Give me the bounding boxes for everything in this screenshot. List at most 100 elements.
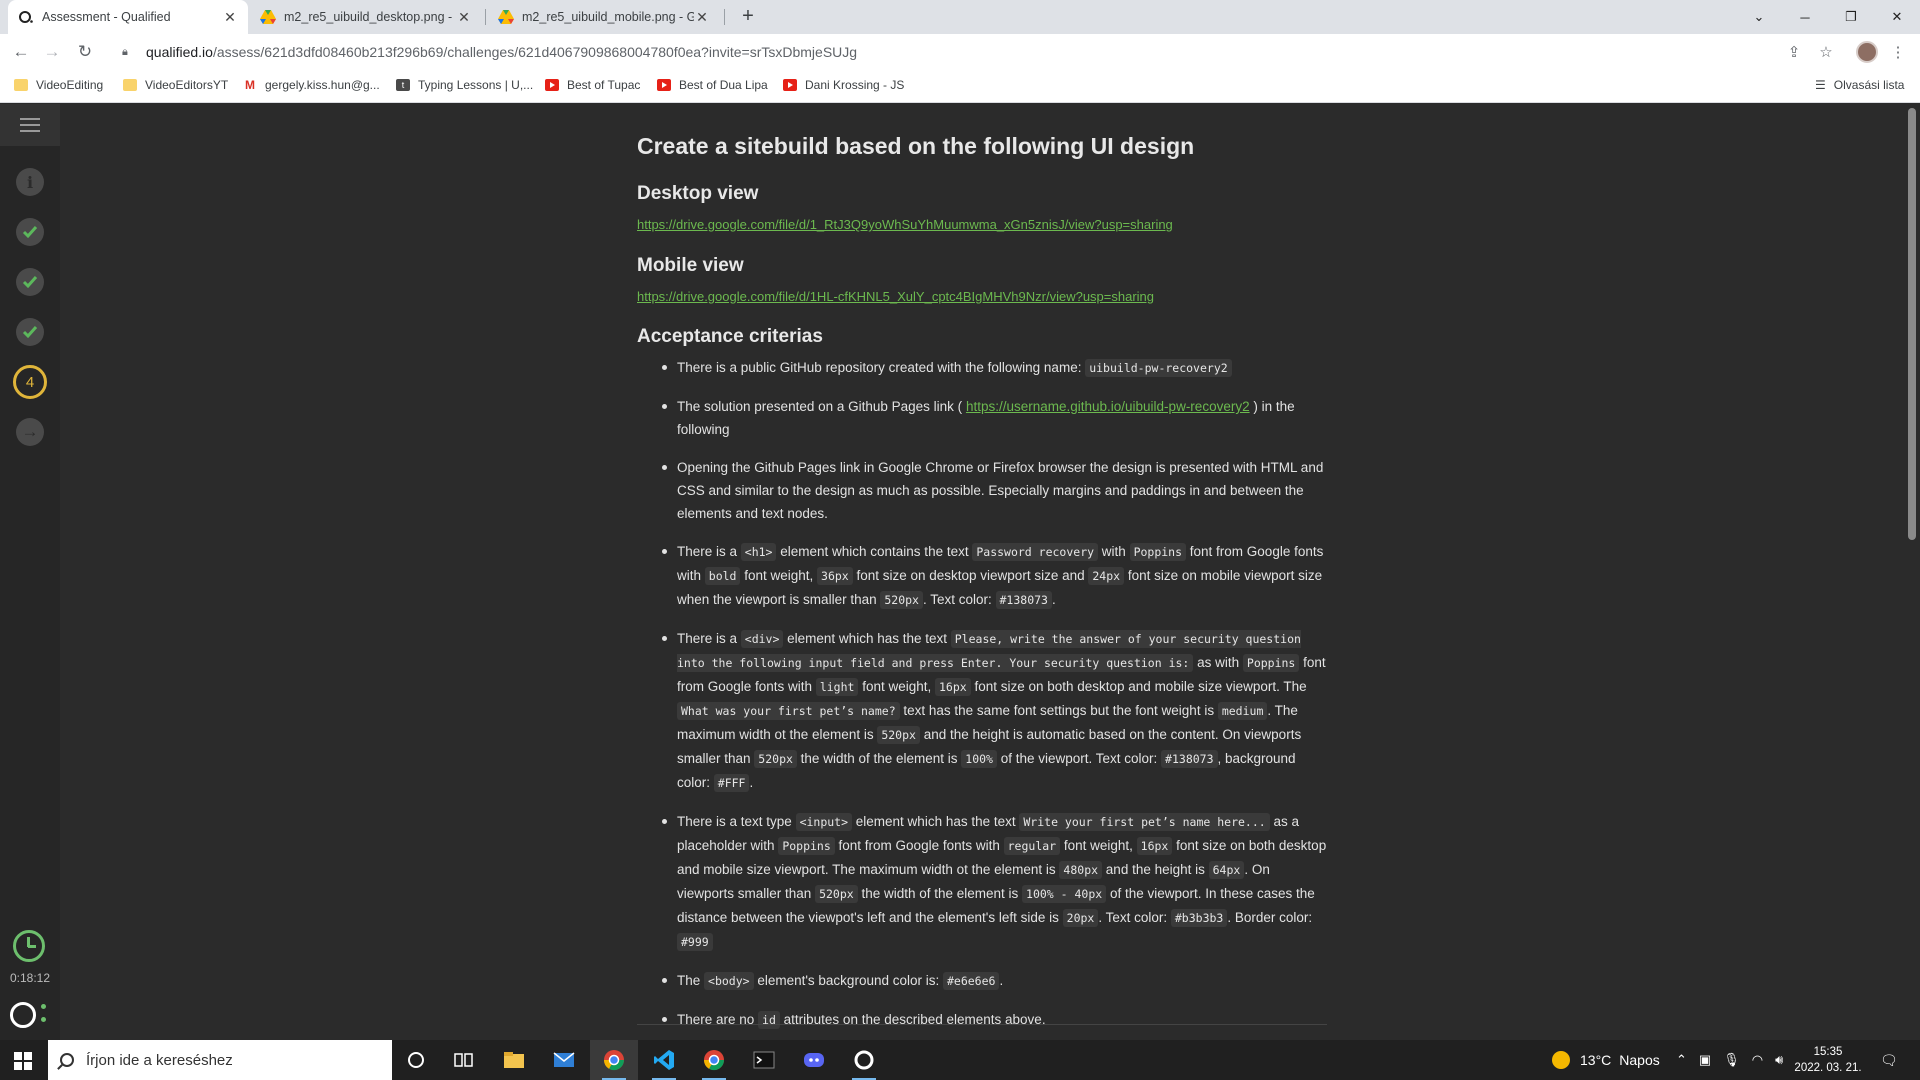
chrome-icon[interactable] bbox=[590, 1040, 638, 1080]
page-title: Create a sitebuild based on the followin… bbox=[637, 133, 1195, 159]
profile-avatar[interactable] bbox=[1856, 41, 1878, 63]
weather-widget[interactable]: 13°C Napos bbox=[1552, 1040, 1660, 1080]
tray-chevron-up-icon[interactable]: ⌃ bbox=[1676, 1052, 1687, 1068]
google-drive-icon bbox=[498, 9, 514, 25]
qualified-app: i 4 → 0:18:12 Create a sitebuild based o… bbox=[0, 104, 1920, 1040]
close-tab-icon[interactable]: ✕ bbox=[456, 9, 472, 26]
list-item: There is a text type <input> element whi… bbox=[637, 810, 1327, 954]
list-item: The <body> element's background color is… bbox=[637, 969, 1327, 993]
hamburger-menu-button[interactable] bbox=[0, 104, 60, 146]
youtube-icon bbox=[657, 79, 671, 91]
browser-toolbar: ← → ↻ 🔒︎ qualified.io /assess/621d3dfd08… bbox=[0, 34, 1920, 70]
discord-icon[interactable] bbox=[790, 1040, 838, 1080]
timer-value: 0:18:12 bbox=[9, 971, 51, 985]
bookmark-gmail[interactable]: M gergely.kiss.hun@g... bbox=[243, 78, 380, 92]
taskbar-clock[interactable]: 15:35 2022. 03. 21. bbox=[1788, 1044, 1868, 1076]
volume-icon[interactable]: 🔊︎ bbox=[1775, 1052, 1783, 1068]
next-step-arrow-icon[interactable]: → bbox=[16, 418, 44, 446]
tab-desktop-png[interactable]: m2_re5_uibuild_desktop.png - Go ✕ bbox=[250, 0, 482, 34]
bookmark-dani-krossing[interactable]: Dani Krossing - JS bbox=[783, 78, 904, 92]
meet-now-icon[interactable]: ▣ bbox=[1699, 1052, 1711, 1068]
mobile-view-link[interactable]: https://drive.google.com/file/d/1HL-cfKH… bbox=[637, 289, 1154, 304]
vscode-icon[interactable] bbox=[640, 1040, 688, 1080]
bookmark-label: VideoEditorsYT bbox=[145, 78, 229, 92]
system-tray: ⌃ ▣ 🎙︎ ◠ 🔊︎ bbox=[1676, 1040, 1783, 1080]
minimize-icon[interactable]: ─ bbox=[1782, 0, 1828, 34]
task-view-icon[interactable] bbox=[440, 1040, 488, 1080]
more-menu-icon[interactable]: ⋮ bbox=[1888, 42, 1908, 62]
bookmark-best-of-dua-lipa[interactable]: Best of Dua Lipa bbox=[657, 78, 768, 92]
tab-title: Assessment - Qualified bbox=[42, 10, 171, 24]
qualified-icon bbox=[18, 9, 34, 25]
bookmark-videoediting[interactable]: VideoEditing bbox=[14, 78, 103, 92]
close-tab-icon[interactable]: ✕ bbox=[222, 9, 238, 26]
file-explorer-icon[interactable] bbox=[490, 1040, 538, 1080]
forward-icon[interactable]: → bbox=[40, 40, 64, 64]
sun-icon bbox=[1552, 1051, 1570, 1069]
microphone-icon[interactable]: 🎙︎ bbox=[1723, 1052, 1740, 1068]
mail-icon[interactable] bbox=[540, 1040, 588, 1080]
tab-search-icon[interactable]: ⌄ bbox=[1736, 0, 1782, 34]
list-item: Opening the Github Pages link in Google … bbox=[637, 456, 1327, 525]
notification-icon[interactable]: 🗨︎ bbox=[1880, 1040, 1898, 1080]
qualified-logo-dots bbox=[41, 1004, 46, 1030]
bookmark-best-of-tupac[interactable]: Best of Tupac bbox=[545, 78, 640, 92]
mobile-view-heading: Mobile view bbox=[637, 255, 744, 276]
tab-mobile-png[interactable]: m2_re5_uibuild_mobile.png - Goo ✕ bbox=[488, 0, 720, 34]
bookmark-label: Dani Krossing - JS bbox=[805, 78, 905, 92]
back-icon[interactable]: ← bbox=[9, 40, 33, 64]
url-path: /assess/621d3dfd08460b213f296b69/challen… bbox=[212, 44, 858, 60]
close-window-icon[interactable]: ✕ bbox=[1874, 0, 1920, 34]
clock-date: 2022. 03. 21. bbox=[1794, 1062, 1862, 1074]
bookmark-videoeditorsyt[interactable]: VideoEditorsYT bbox=[123, 78, 228, 92]
qualified-app-icon[interactable] bbox=[840, 1040, 888, 1080]
list-item: There is a <div> element which has the t… bbox=[637, 627, 1327, 795]
section-divider bbox=[637, 1024, 1327, 1025]
current-step-indicator[interactable]: 4 bbox=[13, 365, 47, 399]
new-tab-button[interactable]: + bbox=[736, 5, 760, 29]
qualified-logo bbox=[10, 1002, 36, 1028]
step-3-complete-check-icon[interactable] bbox=[16, 318, 44, 346]
windows-start-icon[interactable] bbox=[14, 1052, 32, 1070]
weather-temperature: 13°C bbox=[1580, 1052, 1612, 1068]
windows-taskbar: Írjon ide a kereséshez 13°C Napos ⌃ ▣ 🎙︎… bbox=[0, 1040, 1920, 1080]
reading-list-label: Olvasási lista bbox=[1833, 78, 1905, 92]
desktop-view-link[interactable]: https://drive.google.com/file/d/1_RtJ3Q9… bbox=[637, 217, 1173, 232]
bookmark-typing-lessons[interactable]: t Typing Lessons | U,... bbox=[396, 78, 533, 92]
taskbar-search-placeholder: Írjon ide a kereséshez bbox=[86, 1051, 233, 1069]
cortana-icon[interactable] bbox=[392, 1040, 440, 1080]
info-icon[interactable]: i bbox=[16, 168, 44, 196]
tab-assessment[interactable]: Assessment - Qualified ✕ bbox=[8, 0, 248, 34]
gmail-icon: M bbox=[245, 78, 255, 92]
list-item: There is a public GitHub repository crea… bbox=[637, 356, 1327, 380]
list-item: There are no id attributes on the descri… bbox=[637, 1008, 1327, 1032]
address-bar[interactable]: 🔒︎ qualified.io /assess/621d3dfd08460b21… bbox=[110, 37, 1830, 67]
reload-icon[interactable]: ↻ bbox=[73, 40, 97, 64]
share-icon[interactable]: ⇪ bbox=[1784, 42, 1804, 62]
wifi-icon[interactable]: ◠ bbox=[1752, 1052, 1763, 1068]
scrollbar-thumb[interactable] bbox=[1908, 108, 1916, 540]
taskbar-search-box[interactable]: Írjon ide a kereséshez bbox=[48, 1040, 392, 1080]
restore-icon[interactable]: ❐ bbox=[1828, 0, 1874, 34]
folder-icon bbox=[123, 79, 137, 91]
reading-list[interactable]: ☰ Olvasási lista bbox=[1815, 78, 1904, 92]
step-1-complete-check-icon[interactable] bbox=[16, 218, 44, 246]
typing-club-icon: t bbox=[396, 79, 410, 91]
close-tab-icon[interactable]: ✕ bbox=[694, 9, 710, 26]
youtube-icon bbox=[783, 79, 797, 91]
page-scrollbar[interactable] bbox=[1904, 104, 1920, 1040]
github-pages-link[interactable]: https://username.github.io/uibuild-pw-re… bbox=[966, 399, 1250, 414]
acceptance-criteria-list: There is a public GitHub repository crea… bbox=[637, 356, 1327, 1047]
browser-tab-strip: Assessment - Qualified ✕ m2_re5_uibuild_… bbox=[0, 0, 1920, 34]
tab-title: m2_re5_uibuild_desktop.png - Go bbox=[284, 10, 456, 24]
step-2-complete-check-icon[interactable] bbox=[16, 268, 44, 296]
acceptance-criteria-heading: Acceptance criterias bbox=[637, 326, 823, 347]
reading-list-icon: ☰ bbox=[1815, 78, 1826, 92]
tab-title: m2_re5_uibuild_mobile.png - Goo bbox=[522, 10, 694, 24]
list-item: The solution presented on a Github Pages… bbox=[637, 395, 1327, 441]
list-item: There is a <h1> element which contains t… bbox=[637, 540, 1327, 612]
bookmark-star-icon[interactable]: ☆ bbox=[1816, 42, 1836, 62]
terminal-icon[interactable] bbox=[740, 1040, 788, 1080]
bookmark-label: VideoEditing bbox=[36, 78, 104, 92]
chrome-canary-icon[interactable] bbox=[690, 1040, 738, 1080]
